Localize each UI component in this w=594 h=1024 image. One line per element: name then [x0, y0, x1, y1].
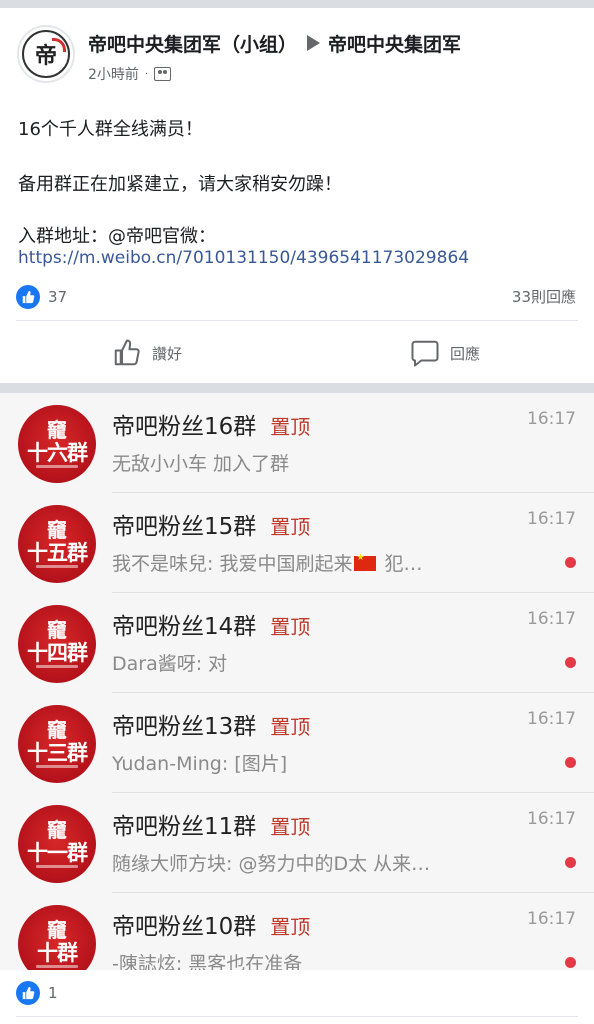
pinned-badge: 置顶 — [270, 515, 311, 539]
unread-dot — [565, 657, 576, 668]
comment-reaction-summary[interactable]: 1 — [16, 980, 58, 1006]
divider — [16, 320, 578, 321]
chat-name: 帝吧粉丝15群 置顶 — [112, 507, 310, 541]
chat-list-item: 竉 十六群 帝吧粉丝16群 置顶 16:17 无敌小小车 加入了群 — [0, 393, 594, 493]
arrow-right-icon — [307, 35, 321, 51]
chat-time: 16:17 — [527, 809, 576, 829]
section-separator — [0, 383, 594, 393]
chat-time: 16:17 — [527, 709, 576, 729]
unread-dot — [565, 757, 576, 768]
chat-list-item: 竉 十一群 帝吧粉丝11群 置顶 16:17 随缘大师方块: @努力中的D太 从来… — [0, 793, 594, 893]
pinned-badge: 置顶 — [270, 715, 311, 739]
post-line-3: 入群地址：@帝吧官微： — [18, 226, 216, 247]
like-badge-icon — [16, 981, 40, 1005]
like-label: 讚好 — [152, 344, 183, 363]
unread-dot — [565, 857, 576, 868]
chat-name: 帝吧粉丝10群 置顶 — [112, 907, 310, 941]
group-privacy-icon — [154, 67, 172, 81]
chat-time: 16:17 — [527, 509, 576, 529]
unread-dot — [565, 557, 576, 568]
post-header: 帝吧中央集团军（小组） 帝吧中央集团军 — [88, 30, 461, 56]
like-button[interactable]: 讚好 — [112, 336, 182, 370]
chat-time: 16:17 — [527, 609, 576, 629]
china-flag-icon — [354, 553, 377, 571]
attached-image[interactable]: 竉 十六群 帝吧粉丝16群 置顶 16:17 无敌小小车 加入了群 竉 十五群 帝… — [0, 393, 594, 970]
chat-last-message: 随缘大师方块: @努力中的D太 从来… — [112, 853, 431, 875]
post-line-2: 备用群正在加紧建立，请大家稍安勿躁！ — [18, 174, 342, 195]
divider — [16, 1016, 578, 1017]
group-chat-avatar: 竉 十四群 — [18, 605, 96, 683]
chat-time: 16:17 — [527, 909, 576, 929]
pinned-badge: 置顶 — [270, 415, 311, 439]
group-chat-avatar: 竉 十五群 — [18, 505, 96, 583]
group-chat-avatar: 竉 十六群 — [18, 405, 96, 483]
comment-bubble-icon — [411, 340, 439, 367]
chat-name: 帝吧粉丝16群 置顶 — [112, 407, 310, 441]
chat-last-message: Dara酱呀: 对 — [112, 653, 228, 675]
pinned-badge: 置顶 — [270, 615, 311, 639]
chat-time: 16:17 — [527, 409, 576, 429]
chat-name: 帝吧粉丝13群 置顶 — [112, 707, 310, 741]
pinned-badge: 置顶 — [270, 915, 311, 939]
thumbs-up-icon — [114, 339, 140, 366]
chat-list-item: 竉 十四群 帝吧粉丝14群 置顶 16:17 Dara酱呀: 对 — [0, 593, 594, 693]
group-chat-avatar: 竉 十三群 — [18, 705, 96, 783]
post-time[interactable]: 2小時前 — [88, 64, 139, 84]
comment-like-count: 1 — [48, 984, 58, 1002]
chat-last-message: Yudan-Ming: [图片] — [112, 753, 288, 775]
chat-list-item: 竉 十五群 帝吧粉丝15群置顶 16:17 我不是味兒: 我爱中国刷起来 犯… — [0, 493, 594, 593]
comment-label: 回應 — [450, 344, 481, 363]
weibo-link[interactable]: https://m.weibo.cn/7010131150/4396541173… — [18, 248, 469, 268]
chat-last-message: -陳誌炫: 黑客也在准备 — [112, 953, 303, 970]
author-link[interactable]: 帝吧中央集团军（小组） — [88, 30, 297, 57]
chat-list-item: 竉 十群 帝吧粉丝10群 置顶 16:17 -陳誌炫: 黑客也在准备 — [0, 893, 594, 970]
target-group-link[interactable]: 帝吧中央集团军 — [328, 30, 461, 57]
group-chat-avatar: 竉 十一群 — [18, 805, 96, 883]
top-separator — [0, 0, 594, 8]
post-line-1: 16个千人群全线满员！ — [18, 119, 203, 140]
group-chat-avatar: 竉 十群 — [18, 905, 96, 970]
chat-name: 帝吧粉丝14群 置顶 — [112, 607, 310, 641]
chat-list-item: 竉 十三群 帝吧粉丝13群 置顶 16:17 Yudan-Ming: [图片] — [0, 693, 594, 793]
meta-dot: · — [144, 68, 149, 80]
post-meta: 2小時前 · — [88, 64, 172, 84]
chat-last-message: 我不是味兒: 我爱中国刷起来 犯… — [112, 549, 423, 576]
chat-last-message: 无敌小小车 加入了群 — [112, 453, 290, 475]
like-count: 37 — [48, 288, 68, 306]
reaction-summary[interactable]: 37 — [16, 284, 67, 310]
comment-button[interactable]: 回應 — [410, 336, 480, 370]
like-badge-icon — [16, 285, 40, 309]
pinned-badge: 置顶 — [270, 815, 311, 839]
unread-dot — [565, 957, 576, 968]
chat-name: 帝吧粉丝11群 置顶 — [112, 807, 310, 841]
comment-count[interactable]: 33則回應 — [512, 286, 576, 307]
group-avatar[interactable]: 帝 — [17, 25, 75, 83]
